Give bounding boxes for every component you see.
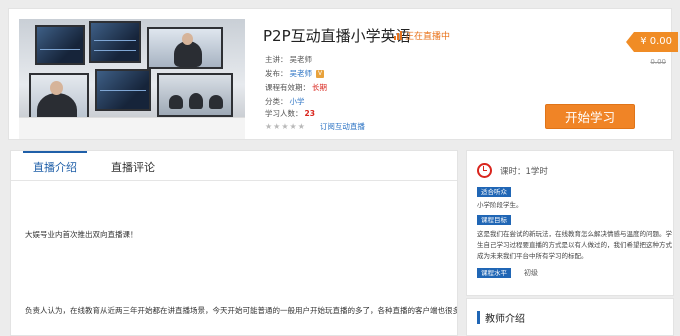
live-status-text: 正在直播中 [405,32,451,42]
audience-text: 小学阶段学生。 [477,201,523,209]
course-info-sidebar: 课时：1学时 适合听众 小学阶段学生。 课程目标 这是我们在尝试的新玩法，在线教… [466,150,674,296]
cover-person [209,95,223,109]
intro-paragraph: 大娱号业内首次推出双向直播课！ [25,230,138,239]
price-tag: ¥ 0.00 [626,32,678,52]
live-status-badge: 正在直播中 [394,29,450,42]
meta-category-label: 分类： [265,97,288,106]
tab-live-intro[interactable]: 直播介绍 [23,151,87,181]
course-title: P2P互动直播小学英语 [263,27,411,45]
meta-students-value: 23 [304,109,315,118]
cover-screen [35,25,85,65]
hours-value: 1学时 [525,166,548,177]
cover-screen [89,21,141,63]
cover-person-head [50,81,63,95]
cover-desk [19,117,245,139]
teacher-section-title: 教师介绍 [485,314,525,325]
cover-person [189,93,203,109]
verified-badge-icon: V [316,69,324,78]
hours-label: 课时： [500,166,526,177]
cover-person [169,95,183,109]
course-description-panel: 直播介绍 直播评论 大娱号业内首次推出双向直播课！ 负责人认为，在线教育从近两三… [10,150,458,336]
original-price: 0.00 [650,58,666,66]
course-hours: 课时：1学时 [477,163,548,178]
tab-live-comments[interactable]: 直播评论 [101,151,165,181]
intro-paragraph: 负责人认为，在线教育从近两三年开始都在讲直播场景，今天开始可能普通的一般用户开始… [25,306,458,315]
teacher-section: 教师介绍 [466,298,674,336]
course-cover-image[interactable] [19,19,245,139]
rating-stars-icon: ★★★★★ [265,122,306,131]
meta-category-link[interactable]: 小学 [290,96,305,107]
meta-students: 学习人数： 23 [265,108,315,119]
cover-screen [95,69,151,111]
meta-validity-label: 课程有效期： [265,83,310,92]
meta-publisher: 发布： 吴老师 V [265,68,324,79]
live-bars-icon [394,31,402,40]
meta-category: 分类： 小学 [265,96,305,107]
meta-publisher-link[interactable]: 吴老师 [290,68,313,79]
goal-text: 这是我们在尝试的新玩法，在线教育怎么解决情感与温度的问题。学生自己学习过程要直播… [477,230,672,260]
meta-rating: ★★★★★ 订阅互动直播 [265,121,365,132]
meta-validity: 课程有效期： 长期 [265,82,327,93]
meta-students-label: 学习人数： [265,109,303,118]
meta-teacher: 主讲： 吴老师 [265,54,312,65]
cover-person-head [182,33,193,45]
level-value: 初级 [524,269,538,277]
meta-teacher-value: 吴老师 [289,55,313,64]
teacher-section-header: 教师介绍 [477,310,525,325]
goal-chip: 课程目标 [477,215,511,225]
level-chip: 课程水平 [477,268,511,278]
start-learning-button[interactable]: 开始学习 [545,104,635,129]
audience-chip: 适合听众 [477,187,511,197]
meta-validity-value: 长期 [312,83,327,92]
meta-teacher-label: 主讲： [265,55,288,64]
description-tabs: 直播介绍 直播评论 [11,151,457,181]
clock-icon [477,163,492,178]
meta-publisher-label: 发布： [265,69,288,78]
section-marker [477,311,480,324]
subscribe-link[interactable]: 订阅互动直播 [320,121,365,132]
course-header-card: P2P互动直播小学英语 正在直播中 主讲： 吴老师 发布： 吴老师 V 课程有效… [8,8,678,140]
